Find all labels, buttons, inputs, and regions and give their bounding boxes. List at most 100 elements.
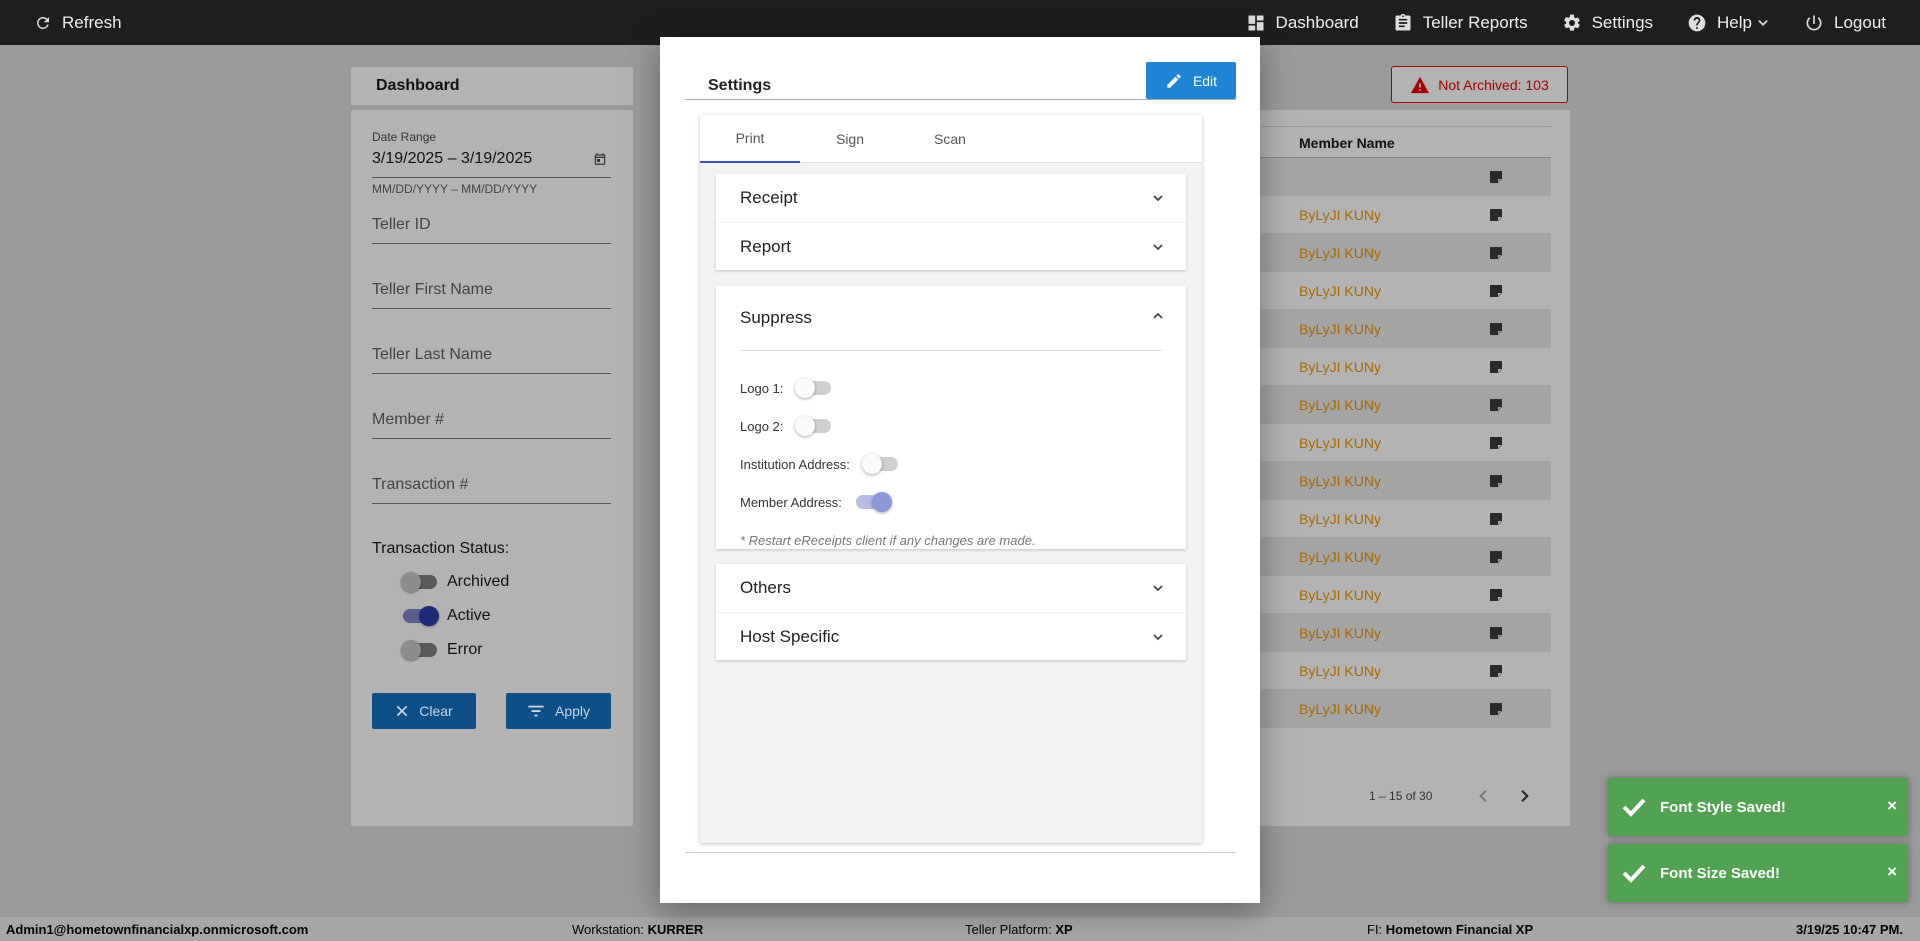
member-name-cell[interactable]: ByLyJI KUNy xyxy=(1299,245,1381,261)
nav-dashboard[interactable]: Dashboard xyxy=(1246,13,1359,33)
clipboard-icon xyxy=(1395,13,1411,31)
note-icon[interactable] xyxy=(1488,511,1504,527)
table-row[interactable]: ByLyJI KUNy xyxy=(1260,500,1551,538)
table-row[interactable]: ByLyJI KUNy xyxy=(1260,196,1551,234)
status-error[interactable]: Error xyxy=(401,640,483,660)
dashboard-icon xyxy=(1248,15,1264,30)
member-name-cell[interactable]: ByLyJI KUNy xyxy=(1299,511,1381,527)
member-name-cell[interactable]: ByLyJI KUNy xyxy=(1299,207,1381,223)
nav-help[interactable]: Help xyxy=(1687,13,1770,33)
tab-print[interactable]: Print xyxy=(700,115,800,163)
note-icon[interactable] xyxy=(1488,663,1504,679)
toast-close-button[interactable]: × xyxy=(1887,796,1897,816)
institution-address-toggle[interactable] xyxy=(861,454,898,474)
table-row[interactable]: ByLyJI KUNy xyxy=(1260,348,1551,386)
logo-1-label: Logo 1: xyxy=(740,380,784,396)
previous-page-button[interactable] xyxy=(1476,788,1492,809)
tab-scan[interactable]: Scan xyxy=(900,115,1000,163)
suppress-divider xyxy=(740,350,1162,351)
settings-header: Settings Edit xyxy=(685,62,1236,100)
toast-close-button[interactable]: × xyxy=(1887,862,1897,882)
note-icon[interactable] xyxy=(1488,625,1504,641)
transaction-number-input[interactable]: Transaction # xyxy=(372,476,611,504)
member-name-cell[interactable]: ByLyJI KUNy xyxy=(1299,321,1381,337)
tab-sign[interactable]: Sign xyxy=(800,115,900,163)
table-row[interactable]: ByLyJI KUNy xyxy=(1260,272,1551,310)
apply-button[interactable]: Apply xyxy=(506,693,611,729)
nav-settings[interactable]: Settings xyxy=(1562,13,1653,33)
edit-button[interactable]: Edit xyxy=(1146,62,1236,99)
member-name-cell[interactable]: ByLyJI KUNy xyxy=(1299,663,1381,679)
member-name-cell[interactable]: ByLyJI KUNy xyxy=(1299,359,1381,375)
others-section-header[interactable]: Others xyxy=(716,564,1186,612)
settings-body: Print Sign Scan Receipt Report Suppress xyxy=(685,107,1236,853)
note-icon[interactable] xyxy=(1488,549,1504,565)
settings-modal: Settings Edit Print Sign Scan Receipt Re… xyxy=(660,37,1260,903)
check-icon xyxy=(1622,798,1646,817)
error-switch[interactable] xyxy=(401,640,437,660)
active-label: Active xyxy=(447,607,491,624)
note-icon[interactable] xyxy=(1488,435,1504,451)
table-row[interactable]: ByLyJI KUNy xyxy=(1260,310,1551,348)
member-name-cell[interactable]: ByLyJI KUNy xyxy=(1299,587,1381,603)
member-name-column-header[interactable]: Member Name xyxy=(1299,135,1395,151)
next-page-button[interactable] xyxy=(1516,788,1532,809)
table-row[interactable] xyxy=(1260,158,1551,196)
chevron-down-icon xyxy=(1153,634,1163,641)
member-name-cell[interactable]: ByLyJI KUNy xyxy=(1299,397,1381,413)
table-row[interactable]: ByLyJI KUNy xyxy=(1260,424,1551,462)
member-name-cell[interactable]: ByLyJI KUNy xyxy=(1299,549,1381,565)
receipt-section-header[interactable]: Receipt xyxy=(716,174,1186,222)
nav-teller-reports[interactable]: Teller Reports xyxy=(1393,13,1528,33)
table-row[interactable]: ByLyJI KUNy xyxy=(1260,576,1551,614)
member-name-cell[interactable]: ByLyJI KUNy xyxy=(1299,625,1381,641)
clear-button[interactable]: Clear xyxy=(372,693,476,729)
clear-label: Clear xyxy=(419,703,453,719)
nav-logout[interactable]: Logout xyxy=(1804,13,1886,33)
calendar-icon[interactable] xyxy=(593,152,607,166)
filter-panel: Date Range 3/19/2025 – 3/19/2025 MM/DD/Y… xyxy=(351,110,633,826)
table-row[interactable]: ByLyJI KUNy xyxy=(1260,234,1551,272)
refresh-button[interactable]: Refresh xyxy=(34,13,122,33)
note-icon[interactable] xyxy=(1488,207,1504,223)
table-row[interactable]: ByLyJI KUNy xyxy=(1260,386,1551,424)
suppress-section-header[interactable]: Suppress xyxy=(716,286,1186,350)
note-icon[interactable] xyxy=(1488,473,1504,489)
footer-workstation: Workstation: KURRER xyxy=(572,922,703,937)
logo-1-toggle[interactable] xyxy=(795,378,832,398)
member-address-toggle[interactable] xyxy=(855,492,892,512)
active-switch[interactable] xyxy=(403,606,439,626)
member-name-cell[interactable]: ByLyJI KUNy xyxy=(1299,473,1381,489)
table-row[interactable]: ByLyJI KUNy xyxy=(1260,614,1551,652)
note-icon[interactable] xyxy=(1488,283,1504,299)
status-active[interactable]: Active xyxy=(403,606,491,626)
host-specific-section-header[interactable]: Host Specific xyxy=(716,612,1186,660)
note-icon[interactable] xyxy=(1488,359,1504,375)
note-icon[interactable] xyxy=(1488,397,1504,413)
member-name-cell[interactable]: ByLyJI KUNy xyxy=(1299,283,1381,299)
footer-platform: Teller Platform: XP xyxy=(965,922,1073,937)
note-icon[interactable] xyxy=(1488,587,1504,603)
note-icon[interactable] xyxy=(1488,321,1504,337)
receipt-section-label: Receipt xyxy=(740,188,798,207)
table-row[interactable]: ByLyJI KUNy xyxy=(1260,652,1551,690)
table-row[interactable]: ByLyJI KUNy xyxy=(1260,690,1551,728)
not-archived-badge[interactable]: Not Archived: 103 xyxy=(1391,66,1568,103)
date-range-input[interactable]: 3/19/2025 – 3/19/2025 xyxy=(372,150,611,178)
member-name-cell[interactable]: ByLyJI KUNy xyxy=(1299,701,1381,717)
status-archived[interactable]: Archived xyxy=(401,572,509,592)
note-icon[interactable] xyxy=(1488,245,1504,261)
table-row[interactable]: ByLyJI KUNy xyxy=(1260,538,1551,576)
logo-2-toggle[interactable] xyxy=(795,416,832,436)
teller-last-name-input[interactable]: Teller Last Name xyxy=(372,346,611,374)
teller-id-input[interactable]: Teller ID xyxy=(372,216,611,244)
member-number-input[interactable]: Member # xyxy=(372,411,611,439)
teller-first-name-input[interactable]: Teller First Name xyxy=(372,281,611,309)
table-row[interactable]: ByLyJI KUNy xyxy=(1260,462,1551,500)
report-section-header[interactable]: Report xyxy=(716,222,1186,270)
note-icon[interactable] xyxy=(1488,169,1504,185)
archived-switch[interactable] xyxy=(401,572,437,592)
note-icon[interactable] xyxy=(1488,701,1504,717)
member-name-cell[interactable]: ByLyJI KUNy xyxy=(1299,435,1381,451)
platform-label: Teller Platform: xyxy=(965,922,1052,937)
